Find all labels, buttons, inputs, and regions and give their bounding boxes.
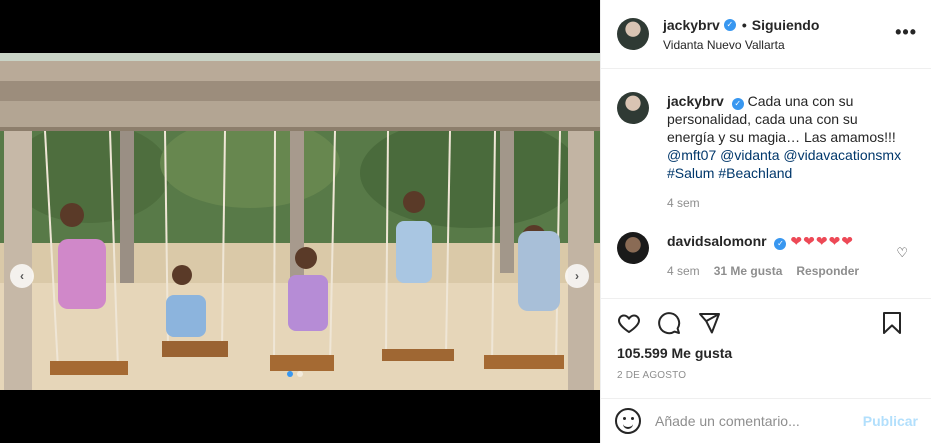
post-photo[interactable]: ‹ › — [0, 53, 600, 390]
comment-input[interactable] — [655, 413, 863, 429]
author-line: jackybrv ✓ • Siguiendo — [663, 17, 819, 33]
share-paper-plane-icon[interactable] — [697, 311, 721, 335]
following-button[interactable]: Siguiendo — [752, 17, 820, 33]
author-username[interactable]: jackybrv — [663, 17, 720, 33]
caption: jackybrv ✓ Cada una con su personalidad,… — [617, 92, 916, 212]
media-panel: ‹ › — [0, 0, 600, 443]
more-options-icon[interactable]: ••• — [895, 22, 917, 43]
comment-likes[interactable]: 31 Me gusta — [714, 262, 783, 280]
caption-time[interactable]: 4 sem — [667, 194, 700, 212]
verified-badge-icon: ✓ — [731, 98, 744, 110]
like-heart-icon[interactable] — [617, 311, 641, 335]
save-bookmark-icon[interactable] — [880, 311, 904, 335]
mention-mft07[interactable]: @mft07 — [667, 147, 716, 163]
action-icons — [617, 311, 916, 335]
comment-username[interactable]: davidsalomonr — [667, 233, 767, 249]
comments-section: jackybrv ✓ Cada una con su personalidad,… — [601, 70, 931, 298]
comment-like-heart-icon[interactable]: ♡ — [896, 245, 908, 261]
emoji-smiley-icon[interactable] — [615, 408, 641, 434]
mention-vidavacationsmx[interactable]: @vidavacationsmx — [783, 147, 901, 163]
publish-button[interactable]: Publicar — [863, 413, 918, 429]
instagram-post-viewer: ‹ › jackybrv ✓ • Siguiendo Vidanta Nuevo… — [0, 0, 931, 443]
author-avatar[interactable] — [617, 18, 649, 50]
post-actions: 105.599 Me gusta 2 DE AGOSTO — [601, 298, 931, 381]
carousel-prev-button[interactable]: ‹ — [10, 264, 34, 288]
chevron-right-icon: › — [575, 269, 579, 283]
separator-dot: • — [741, 16, 747, 33]
post-header: jackybrv ✓ • Siguiendo Vidanta Nuevo Val… — [601, 0, 931, 69]
carousel-next-button[interactable]: › — [565, 264, 589, 288]
comment-body: davidsalomonr ✓ ❤❤❤❤❤ 4 sem 31 Me gusta … — [667, 232, 907, 280]
hashtag-salum[interactable]: #Salum — [667, 165, 714, 181]
caption-body: jackybrv ✓ Cada una con su personalidad,… — [667, 92, 907, 212]
comment-item: davidsalomonr ✓ ❤❤❤❤❤ 4 sem 31 Me gusta … — [617, 232, 916, 280]
caption-username[interactable]: jackybrv — [667, 93, 724, 109]
post-date[interactable]: 2 DE AGOSTO — [617, 370, 916, 381]
comment-time[interactable]: 4 sem — [667, 262, 700, 280]
comment-bubble-icon[interactable] — [657, 311, 681, 335]
post-location[interactable]: Vidanta Nuevo Vallarta — [663, 38, 819, 52]
commenter-avatar[interactable] — [617, 232, 649, 264]
hashtag-beachland[interactable]: #Beachland — [718, 165, 792, 181]
carousel-dot-active — [287, 371, 293, 377]
carousel-dot — [297, 371, 303, 377]
author-info: jackybrv ✓ • Siguiendo Vidanta Nuevo Val… — [663, 17, 819, 52]
caption-author-avatar[interactable] — [617, 92, 649, 124]
reply-button[interactable]: Responder — [796, 262, 859, 280]
comment-composer: Publicar — [601, 398, 931, 443]
mention-vidanta[interactable]: @vidanta — [720, 147, 779, 163]
post-details-panel: jackybrv ✓ • Siguiendo Vidanta Nuevo Val… — [600, 0, 931, 443]
verified-badge-icon: ✓ — [723, 18, 736, 31]
photo-illustration — [0, 53, 600, 390]
comment-meta: 4 sem 31 Me gusta Responder — [667, 262, 907, 280]
caption-meta: 4 sem — [667, 194, 907, 212]
chevron-left-icon: ‹ — [20, 269, 24, 283]
carousel-indicator — [287, 371, 303, 377]
verified-badge-icon: ✓ — [774, 238, 787, 250]
comment-text: ❤❤❤❤❤ — [790, 233, 855, 249]
likes-count[interactable]: 105.599 Me gusta — [617, 345, 916, 361]
